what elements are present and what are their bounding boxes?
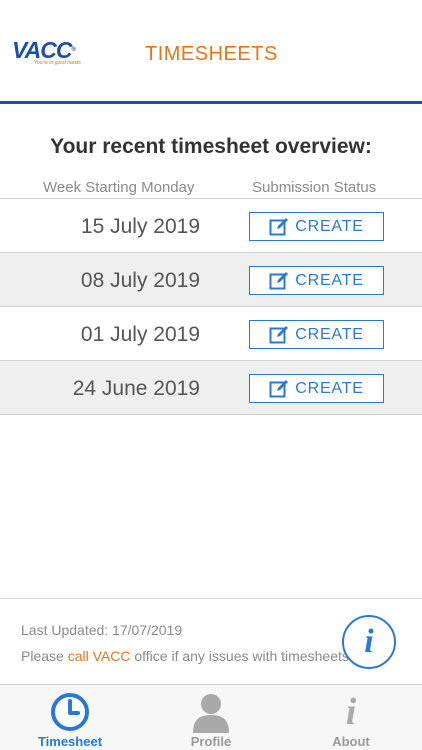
logo-tagline: You're in good hands (34, 60, 81, 66)
timesheet-row: 08 July 2019 CREATE (0, 253, 422, 307)
clock-icon (49, 691, 91, 733)
vacc-logo: VACC® You're in good hands (12, 37, 81, 66)
edit-icon (269, 379, 289, 397)
column-header-status: Submission Status (252, 179, 377, 196)
timesheet-row: 15 July 2019 CREATE (0, 199, 422, 253)
create-timesheet-button[interactable]: CREATE (249, 266, 384, 295)
timesheet-row: 24 June 2019 CREATE (0, 361, 422, 415)
create-label: CREATE (295, 325, 364, 343)
create-timesheet-button[interactable]: CREATE (249, 374, 384, 403)
overview-title: Your recent timesheet overview: (50, 135, 372, 158)
create-label: CREATE (295, 379, 364, 397)
tab-timesheet[interactable]: Timesheet (0, 685, 140, 750)
info-icon: i (345, 691, 357, 733)
edit-icon (269, 271, 289, 289)
timesheet-row: 01 July 2019 CREATE (0, 307, 422, 361)
week-date: 15 July 2019 (80, 215, 200, 238)
support-message: Please call VACC office if any issues wi… (21, 648, 349, 664)
create-timesheet-button[interactable]: CREATE (249, 212, 384, 241)
create-label: CREATE (295, 217, 364, 235)
person-icon (190, 691, 232, 733)
info-icon: i (364, 623, 374, 660)
week-date: 24 June 2019 (72, 377, 200, 400)
week-date: 08 July 2019 (80, 269, 200, 292)
week-date: 01 July 2019 (80, 323, 200, 346)
edit-icon (269, 325, 289, 343)
timesheet-list: 15 July 2019 CREATE 08 July 2019 CREATE … (0, 198, 422, 415)
tab-label: About (332, 734, 370, 749)
call-vacc-link[interactable]: call VACC (68, 648, 131, 664)
tab-label: Timesheet (37, 734, 103, 749)
tab-profile[interactable]: Profile (141, 685, 281, 750)
footer-info: Last Updated: 17/07/2019 Please call VAC… (0, 598, 422, 684)
tab-about[interactable]: i About (281, 685, 421, 750)
create-timesheet-button[interactable]: CREATE (249, 320, 384, 349)
tab-label: Profile (190, 734, 232, 749)
edit-icon (269, 217, 289, 235)
info-button[interactable]: i (342, 615, 396, 669)
app-header: VACC® You're in good hands TIMESHEETS (0, 0, 422, 104)
page-title: TIMESHEETS (145, 43, 278, 65)
tab-bar: Timesheet Profile i About (0, 684, 422, 750)
last-updated: Last Updated: 17/07/2019 (21, 622, 183, 638)
create-label: CREATE (295, 271, 364, 289)
column-header-week: Week Starting Monday (43, 179, 195, 196)
